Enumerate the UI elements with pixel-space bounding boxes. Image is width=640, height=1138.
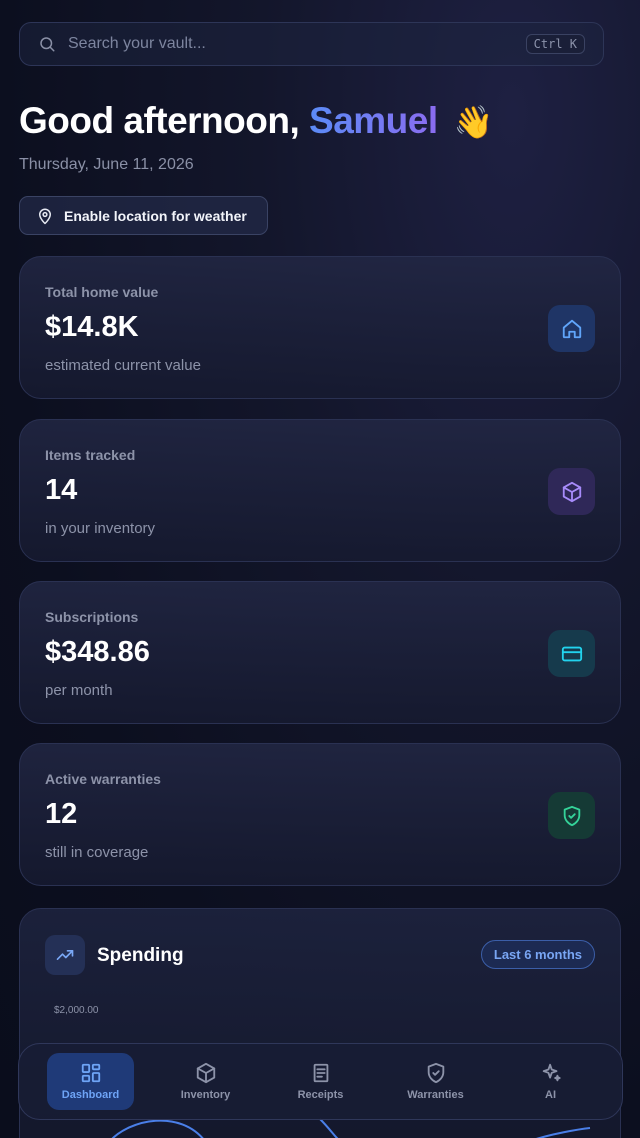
keyboard-shortcut-hint: Ctrl K — [525, 34, 585, 54]
search-icon — [40, 37, 55, 52]
receipt-icon — [313, 1063, 328, 1083]
shield-check-icon — [427, 1062, 444, 1084]
current-date: Thursday, June 11, 2026 — [19, 156, 194, 173]
sparkles-icon — [542, 1063, 561, 1082]
grid-icon — [81, 1063, 100, 1083]
stat-value: 14 — [45, 474, 78, 506]
nav-item-dashboard[interactable]: Dashboard — [47, 1053, 134, 1110]
stat-subtext: still in coverage — [45, 844, 149, 861]
stat-label: Active warranties — [45, 771, 161, 787]
nav-item-inventory[interactable]: Inventory — [162, 1053, 249, 1110]
home-icon — [548, 305, 595, 352]
stat-label: Total home value — [45, 284, 159, 300]
page-title: Good afternoon, Samuel 👋 — [19, 100, 493, 142]
enable-location-label: Enable location for weather — [64, 207, 247, 224]
map-pin-icon — [39, 208, 51, 224]
stat-label: Items tracked — [45, 447, 136, 463]
stat-value: $348.86 — [45, 636, 150, 668]
box-icon — [548, 468, 595, 515]
stat-subtext: in your inventory — [45, 520, 156, 537]
stat-subtext: estimated current value — [45, 357, 201, 374]
nav-label: Receipts — [297, 1089, 344, 1101]
bottom-navigation: Dashboard Inventory Receipts Warranties … — [18, 1043, 623, 1120]
nav-item-ai[interactable]: AI — [507, 1053, 594, 1110]
user-name: Samuel — [309, 100, 438, 141]
stat-card-items-tracked[interactable]: Items tracked 14 in your inventory — [19, 419, 621, 562]
stat-card-home-value[interactable]: Total home value $14.8K estimated curren… — [19, 256, 621, 399]
greeting-prefix: Good afternoon, — [19, 100, 300, 141]
credit-card-icon — [548, 630, 595, 677]
enable-location-button[interactable]: Enable location for weather — [19, 196, 268, 235]
wave-emoji-icon: 👋 — [453, 104, 493, 140]
search-bar[interactable]: Search your vault... Ctrl K — [19, 22, 604, 66]
stat-value: 12 — [45, 798, 78, 830]
nav-label: Inventory — [180, 1089, 231, 1101]
nav-label: AI — [545, 1089, 556, 1101]
stat-value: $14.8K — [45, 311, 139, 343]
nav-item-receipts[interactable]: Receipts — [277, 1053, 364, 1110]
nav-label: Dashboard — [61, 1089, 120, 1101]
stat-subtext: per month — [45, 682, 113, 699]
box-icon — [196, 1062, 215, 1084]
search-input[interactable]: Search your vault... — [68, 35, 526, 53]
nav-label: Warranties — [407, 1089, 464, 1101]
nav-item-warranties[interactable]: Warranties — [392, 1053, 479, 1110]
stat-label: Subscriptions — [45, 609, 139, 625]
stat-card-active-warranties[interactable]: Active warranties 12 still in coverage — [19, 743, 621, 886]
stat-card-subscriptions[interactable]: Subscriptions $348.86 per month — [19, 581, 621, 724]
shield-check-icon — [548, 792, 595, 839]
